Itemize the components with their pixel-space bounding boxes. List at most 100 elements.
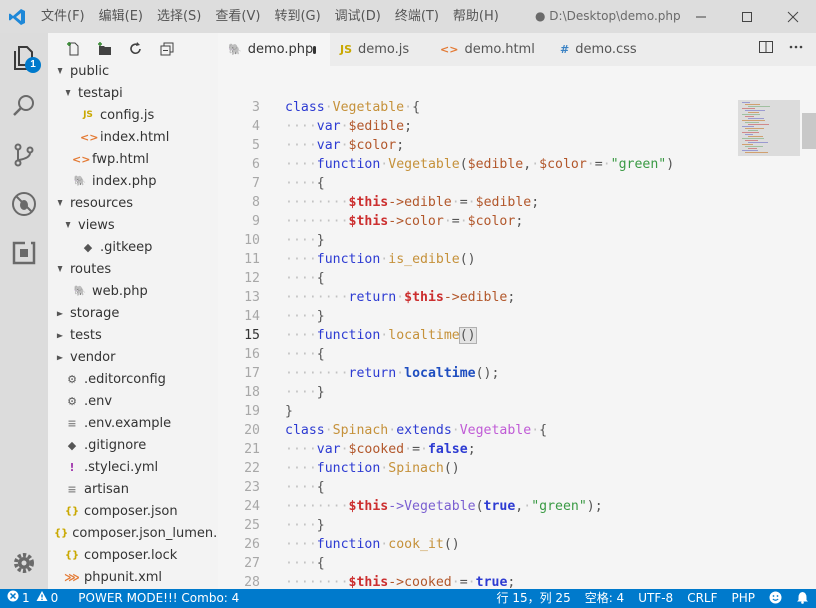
code-line: 18 ····} [218, 383, 798, 402]
git-file-icon: ◆ [67, 438, 77, 452]
menu-item[interactable]: 查看(V) [208, 0, 267, 33]
menu-item[interactable]: 帮助(H) [446, 0, 506, 33]
tree-item-label: testapi [78, 85, 123, 101]
tab-demo-php[interactable]: 🐘 demo.php [218, 33, 330, 66]
line-number: 26 [244, 537, 260, 552]
line-number: 12 [244, 271, 260, 286]
tree-item[interactable]: ◆ .gitkeep [48, 236, 218, 258]
gear-file-icon: ⚙ [67, 394, 77, 408]
minimap[interactable] [738, 100, 800, 156]
tree-item[interactable]: <> index.html [48, 126, 218, 148]
line-number: 13 [244, 290, 260, 305]
tree-item-label: index.php [92, 173, 157, 189]
tree-item[interactable]: ▲ public [48, 60, 218, 82]
tree-item-label: composer.json [84, 503, 178, 519]
bell-icon[interactable] [789, 589, 816, 608]
cursor-position[interactable]: 行 15，列 25 [490, 589, 578, 608]
smiley-icon[interactable] [762, 589, 789, 608]
code-line: 6 ····function·Vegetable($edible,·$color·… [218, 155, 798, 174]
tree-item[interactable]: ⚙ .editorconfig [48, 368, 218, 390]
code-line: 12 ····{ [218, 269, 798, 288]
problems-indicator[interactable]: 1 0 [0, 589, 65, 608]
line-number: 15 [244, 328, 260, 343]
minimize-icon[interactable] [678, 0, 724, 33]
tree-item[interactable]: ⚙ .env [48, 390, 218, 412]
menu-item[interactable]: 文件(F) [34, 0, 92, 33]
chevron-down-icon: ▲ [57, 264, 63, 274]
tree-item-label: storage [70, 305, 120, 321]
line-ending[interactable]: CRLF [680, 589, 724, 608]
code-text: ········$this->color·=·$color; [285, 214, 524, 229]
tree-item[interactable]: {} composer.json_lumen... [48, 522, 218, 544]
tree-item-label: web.php [92, 283, 148, 299]
debug-icon[interactable] [0, 180, 48, 228]
code-line: 9 ········$this->color·=·$color; [218, 212, 798, 231]
tree-item[interactable]: ≡ .env.example [48, 412, 218, 434]
tree-item[interactable]: 🐘 index.php [48, 170, 218, 192]
explorer-badge: 1 [25, 57, 41, 73]
html-file-icon: <> [440, 43, 459, 56]
files-icon[interactable]: 1 [0, 33, 48, 81]
menu-item[interactable]: 选择(S) [150, 0, 208, 33]
tab-demo-js[interactable]: JS demo.js [330, 33, 430, 66]
tree-item-label: .styleci.yml [84, 459, 159, 475]
tab-demo-css[interactable]: # demo.css [550, 33, 662, 66]
tree-item[interactable]: ▲ testapi [48, 82, 218, 104]
power-mode-status[interactable]: POWER MODE!!! Combo: 4 [71, 589, 246, 608]
tree-item[interactable]: ▶ tests [48, 324, 218, 346]
tree-item[interactable]: 🐘 web.php [48, 280, 218, 302]
code-text: ········return·localtime(); [285, 366, 500, 381]
yml-file-icon: ! [69, 460, 75, 474]
html-file-icon: <> [80, 130, 99, 144]
tree-item[interactable]: ! .styleci.yml [48, 456, 218, 478]
more-icon[interactable] [788, 39, 804, 60]
tree-item[interactable]: ▲ resources [48, 192, 218, 214]
close-icon[interactable] [770, 0, 816, 33]
tree-item[interactable]: ≡ artisan [48, 478, 218, 500]
git-file-icon: ◆ [83, 240, 93, 254]
warning-icon [36, 589, 48, 608]
split-editor-icon[interactable] [758, 39, 774, 60]
new-folder-icon[interactable] [95, 39, 115, 59]
tab-demo-html[interactable]: <> demo.html [430, 33, 550, 66]
extensions-icon[interactable] [0, 229, 48, 277]
code-text: ····var·$cooked·=·false; [285, 442, 476, 457]
menu-item[interactable]: 调试(D) [328, 0, 388, 33]
tree-item[interactable]: {} composer.json [48, 500, 218, 522]
maximize-icon[interactable] [724, 0, 770, 33]
line-number: 28 [244, 575, 260, 589]
gear-icon[interactable] [0, 539, 48, 587]
line-number: 20 [244, 423, 260, 438]
code-text: class·Vegetable·{ [285, 100, 421, 115]
menu-item[interactable]: 转到(G) [267, 0, 327, 33]
php-file-icon: 🐘 [73, 175, 87, 187]
tree-item[interactable]: ▶ vendor [48, 346, 218, 368]
language-mode[interactable]: PHP [725, 589, 763, 608]
refresh-icon[interactable] [126, 39, 146, 59]
vertical-scrollbar[interactable] [802, 113, 816, 149]
tab-label: demo.js [358, 42, 410, 57]
tree-item-label: routes [70, 261, 112, 277]
tree-item[interactable]: ▲ views [48, 214, 218, 236]
tree-item[interactable]: <> fwp.html [48, 148, 218, 170]
tree-item[interactable]: ▶ storage [48, 302, 218, 324]
unsaved-dot-icon[interactable] [313, 45, 316, 54]
search-icon[interactable] [0, 82, 48, 130]
menu-item[interactable]: 编辑(E) [92, 0, 150, 33]
code-line: 23 ····{ [218, 478, 798, 497]
line-number: 27 [244, 556, 260, 571]
source-control-icon[interactable] [0, 131, 48, 179]
code-editor[interactable]: 3 class·Vegetable·{4 ····var·$edible; 5 ····… [218, 66, 816, 589]
tree-item[interactable]: ⋙ phpunit.xml [48, 566, 218, 588]
new-file-icon[interactable] [64, 39, 84, 59]
indentation[interactable]: 空格: 4 [578, 589, 632, 608]
collapse-all-icon[interactable] [157, 39, 177, 59]
encoding[interactable]: UTF-8 [631, 589, 680, 608]
tree-item[interactable]: {} composer.lock [48, 544, 218, 566]
menu-bar: 文件(F) 编辑(E) 选择(S) 查看(V) 转到(G) 调试(D) 终端(T) 帮助(H) [34, 0, 506, 33]
tree-item[interactable]: ▲ routes [48, 258, 218, 280]
tree-item[interactable]: ◆ .gitignore [48, 434, 218, 456]
tree-item[interactable]: JS config.js [48, 104, 218, 126]
menu-item[interactable]: 终端(T) [388, 0, 446, 33]
tab-label: demo.php [247, 42, 314, 57]
